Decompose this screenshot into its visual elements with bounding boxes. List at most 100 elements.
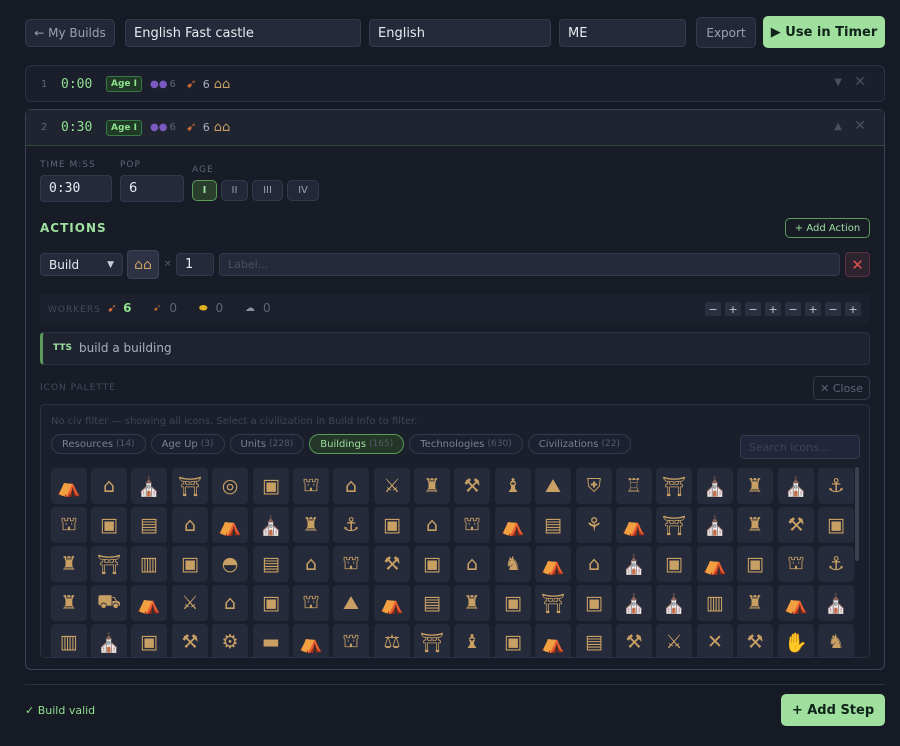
- building-icon[interactable]: ⚔: [656, 624, 692, 657]
- building-icon[interactable]: ⛪: [616, 585, 652, 621]
- building-icon[interactable]: ⚒: [778, 507, 814, 543]
- building-icon[interactable]: ♜: [737, 507, 773, 543]
- step-2-header[interactable]: 2 0:30 Age I ●● 6 ➹ 6 ⌂⌂: [26, 110, 884, 146]
- author-input[interactable]: ME: [559, 19, 686, 47]
- category-age-up[interactable]: Age Up (3): [150, 434, 225, 454]
- building-icon[interactable]: ⛪: [697, 468, 733, 504]
- building-icon[interactable]: ✕: [697, 624, 733, 657]
- building-icon[interactable]: ⛫: [51, 507, 87, 543]
- building-icon[interactable]: ◎: [212, 468, 248, 504]
- building-icon[interactable]: ♜: [454, 585, 490, 621]
- building-icon[interactable]: ⛫: [293, 468, 329, 504]
- building-icon[interactable]: ⛫: [293, 585, 329, 621]
- building-icon[interactable]: ⛪: [656, 585, 692, 621]
- building-icon[interactable]: ▤: [576, 624, 612, 657]
- action-qty-input[interactable]: 1: [176, 253, 214, 276]
- building-icon[interactable]: ▣: [656, 546, 692, 582]
- age-button-3[interactable]: III: [252, 180, 283, 201]
- building-icon[interactable]: ⛺: [535, 624, 571, 657]
- delete-step-icon[interactable]: ✕: [854, 74, 866, 90]
- building-icon[interactable]: ♜: [737, 585, 773, 621]
- wood-minus-button[interactable]: −: [745, 302, 761, 316]
- close-palette-button[interactable]: ✕ Close: [813, 376, 870, 400]
- building-icon[interactable]: ⚓: [818, 468, 854, 504]
- action-label-input[interactable]: Label...: [219, 253, 840, 276]
- building-icon[interactable]: ▣: [172, 546, 208, 582]
- building-icon[interactable]: ▣: [495, 624, 531, 657]
- building-icon[interactable]: ⌂: [454, 546, 490, 582]
- building-icon[interactable]: ⌂: [293, 546, 329, 582]
- building-icon[interactable]: ⛰: [535, 468, 571, 504]
- delete-step-icon[interactable]: ✕: [854, 118, 866, 134]
- age-button-4[interactable]: IV: [287, 180, 319, 201]
- palette-scrollbar[interactable]: [855, 467, 859, 561]
- category-resources[interactable]: Resources (14): [51, 434, 146, 454]
- building-icon[interactable]: ⌂: [91, 468, 127, 504]
- building-icon[interactable]: ▣: [414, 546, 450, 582]
- building-icon[interactable]: ⛺: [778, 585, 814, 621]
- building-icon[interactable]: ⛩: [414, 624, 450, 657]
- action-type-select[interactable]: Build ▼: [40, 253, 123, 276]
- building-icon[interactable]: ♖: [616, 468, 652, 504]
- building-icon[interactable]: ▣: [253, 468, 289, 504]
- building-icon[interactable]: ⚒: [737, 624, 773, 657]
- collapse-icon[interactable]: ▼: [834, 77, 842, 88]
- building-icon[interactable]: ⚒: [172, 624, 208, 657]
- building-icon[interactable]: ⛪: [91, 624, 127, 657]
- building-icon[interactable]: ⚖: [374, 624, 410, 657]
- building-icon[interactable]: ▥: [131, 546, 167, 582]
- building-icon[interactable]: ⛩: [91, 546, 127, 582]
- category-civilizations[interactable]: Civilizations (22): [527, 434, 631, 454]
- building-icon[interactable]: ⛺: [495, 507, 531, 543]
- building-icon[interactable]: ♜: [414, 468, 450, 504]
- building-icon[interactable]: ⛫: [333, 546, 369, 582]
- food-minus-button[interactable]: −: [705, 302, 721, 316]
- building-icon[interactable]: ⛫: [333, 624, 369, 657]
- step-1[interactable]: 1 0:00 Age I ●● 6 ➹ 6 ⌂⌂ ▼ ✕: [25, 65, 885, 102]
- building-icon[interactable]: ▣: [131, 624, 167, 657]
- building-icon[interactable]: ⌂: [576, 546, 612, 582]
- building-icon[interactable]: ▥: [697, 585, 733, 621]
- action-icon-button[interactable]: ⌂⌂: [127, 250, 159, 279]
- building-icon[interactable]: ▣: [253, 585, 289, 621]
- use-in-timer-button[interactable]: ▶ Use in Timer: [763, 16, 885, 48]
- category-buildings[interactable]: Buildings (165): [309, 434, 405, 454]
- search-icons-input[interactable]: Search icons...: [740, 435, 860, 459]
- building-icon[interactable]: ♜: [737, 468, 773, 504]
- building-icon[interactable]: ♝: [495, 468, 531, 504]
- age-button-2[interactable]: II: [221, 180, 248, 201]
- building-icon[interactable]: ⛺: [374, 585, 410, 621]
- building-icon[interactable]: ⛩: [535, 585, 571, 621]
- building-icon[interactable]: ◓: [212, 546, 248, 582]
- building-icon[interactable]: ⛪: [253, 507, 289, 543]
- building-icon[interactable]: ⛺: [131, 585, 167, 621]
- building-icon[interactable]: ▤: [131, 507, 167, 543]
- stone-plus-button[interactable]: +: [845, 302, 861, 316]
- building-icon[interactable]: ♞: [818, 624, 854, 657]
- category-units[interactable]: Units (228): [229, 434, 305, 454]
- building-icon[interactable]: ▣: [374, 507, 410, 543]
- building-icon[interactable]: ⛪: [778, 468, 814, 504]
- building-icon[interactable]: ⌂: [333, 468, 369, 504]
- gold-plus-button[interactable]: +: [805, 302, 821, 316]
- building-icon[interactable]: ⚓: [333, 507, 369, 543]
- building-icon[interactable]: ♝: [454, 624, 490, 657]
- age-button-1[interactable]: I: [192, 180, 217, 201]
- building-icon[interactable]: ⛩: [656, 507, 692, 543]
- building-icon[interactable]: ⌂: [172, 507, 208, 543]
- building-icon[interactable]: ⌂: [414, 507, 450, 543]
- building-icon[interactable]: ⛰: [333, 585, 369, 621]
- building-icon[interactable]: ⛨: [576, 468, 612, 504]
- food-plus-button[interactable]: +: [725, 302, 741, 316]
- building-icon[interactable]: ♜: [51, 546, 87, 582]
- tts-text[interactable]: build a building: [79, 341, 172, 355]
- building-icon[interactable]: ⚔: [172, 585, 208, 621]
- building-icon[interactable]: ⛪: [616, 546, 652, 582]
- stone-minus-button[interactable]: −: [825, 302, 841, 316]
- building-icon[interactable]: ⛺: [697, 546, 733, 582]
- building-icon[interactable]: ⚒: [616, 624, 652, 657]
- building-icon[interactable]: ⛩: [172, 468, 208, 504]
- expand-icon[interactable]: ▲: [834, 121, 842, 132]
- gold-minus-button[interactable]: −: [785, 302, 801, 316]
- building-icon[interactable]: ▥: [51, 624, 87, 657]
